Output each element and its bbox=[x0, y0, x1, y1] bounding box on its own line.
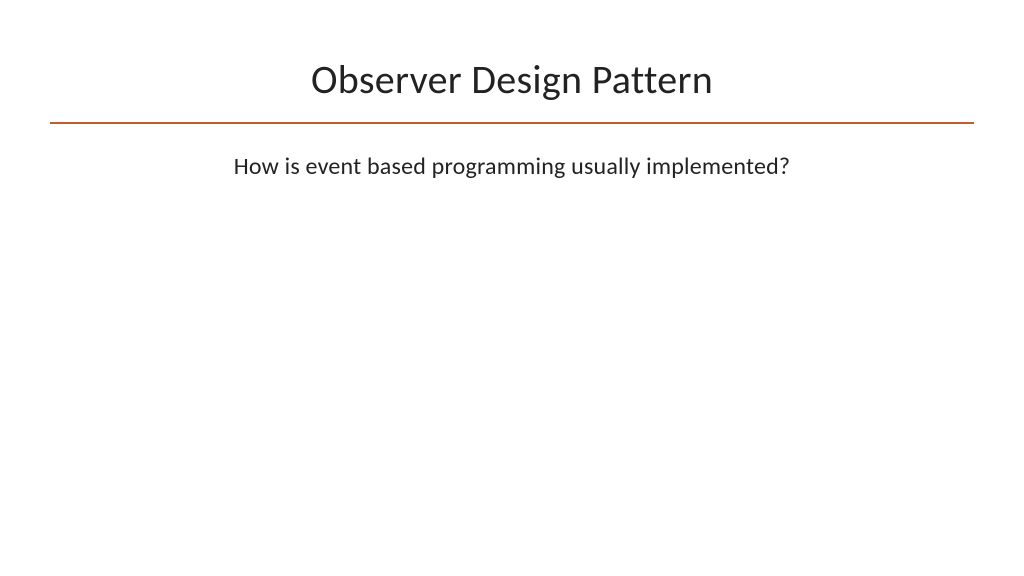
slide-title: Observer Design Pattern bbox=[0, 55, 1024, 104]
title-divider bbox=[50, 122, 974, 124]
slide-subtitle: How is event based programming usually i… bbox=[0, 152, 1024, 181]
slide-container: Observer Design Pattern How is event bas… bbox=[0, 0, 1024, 576]
